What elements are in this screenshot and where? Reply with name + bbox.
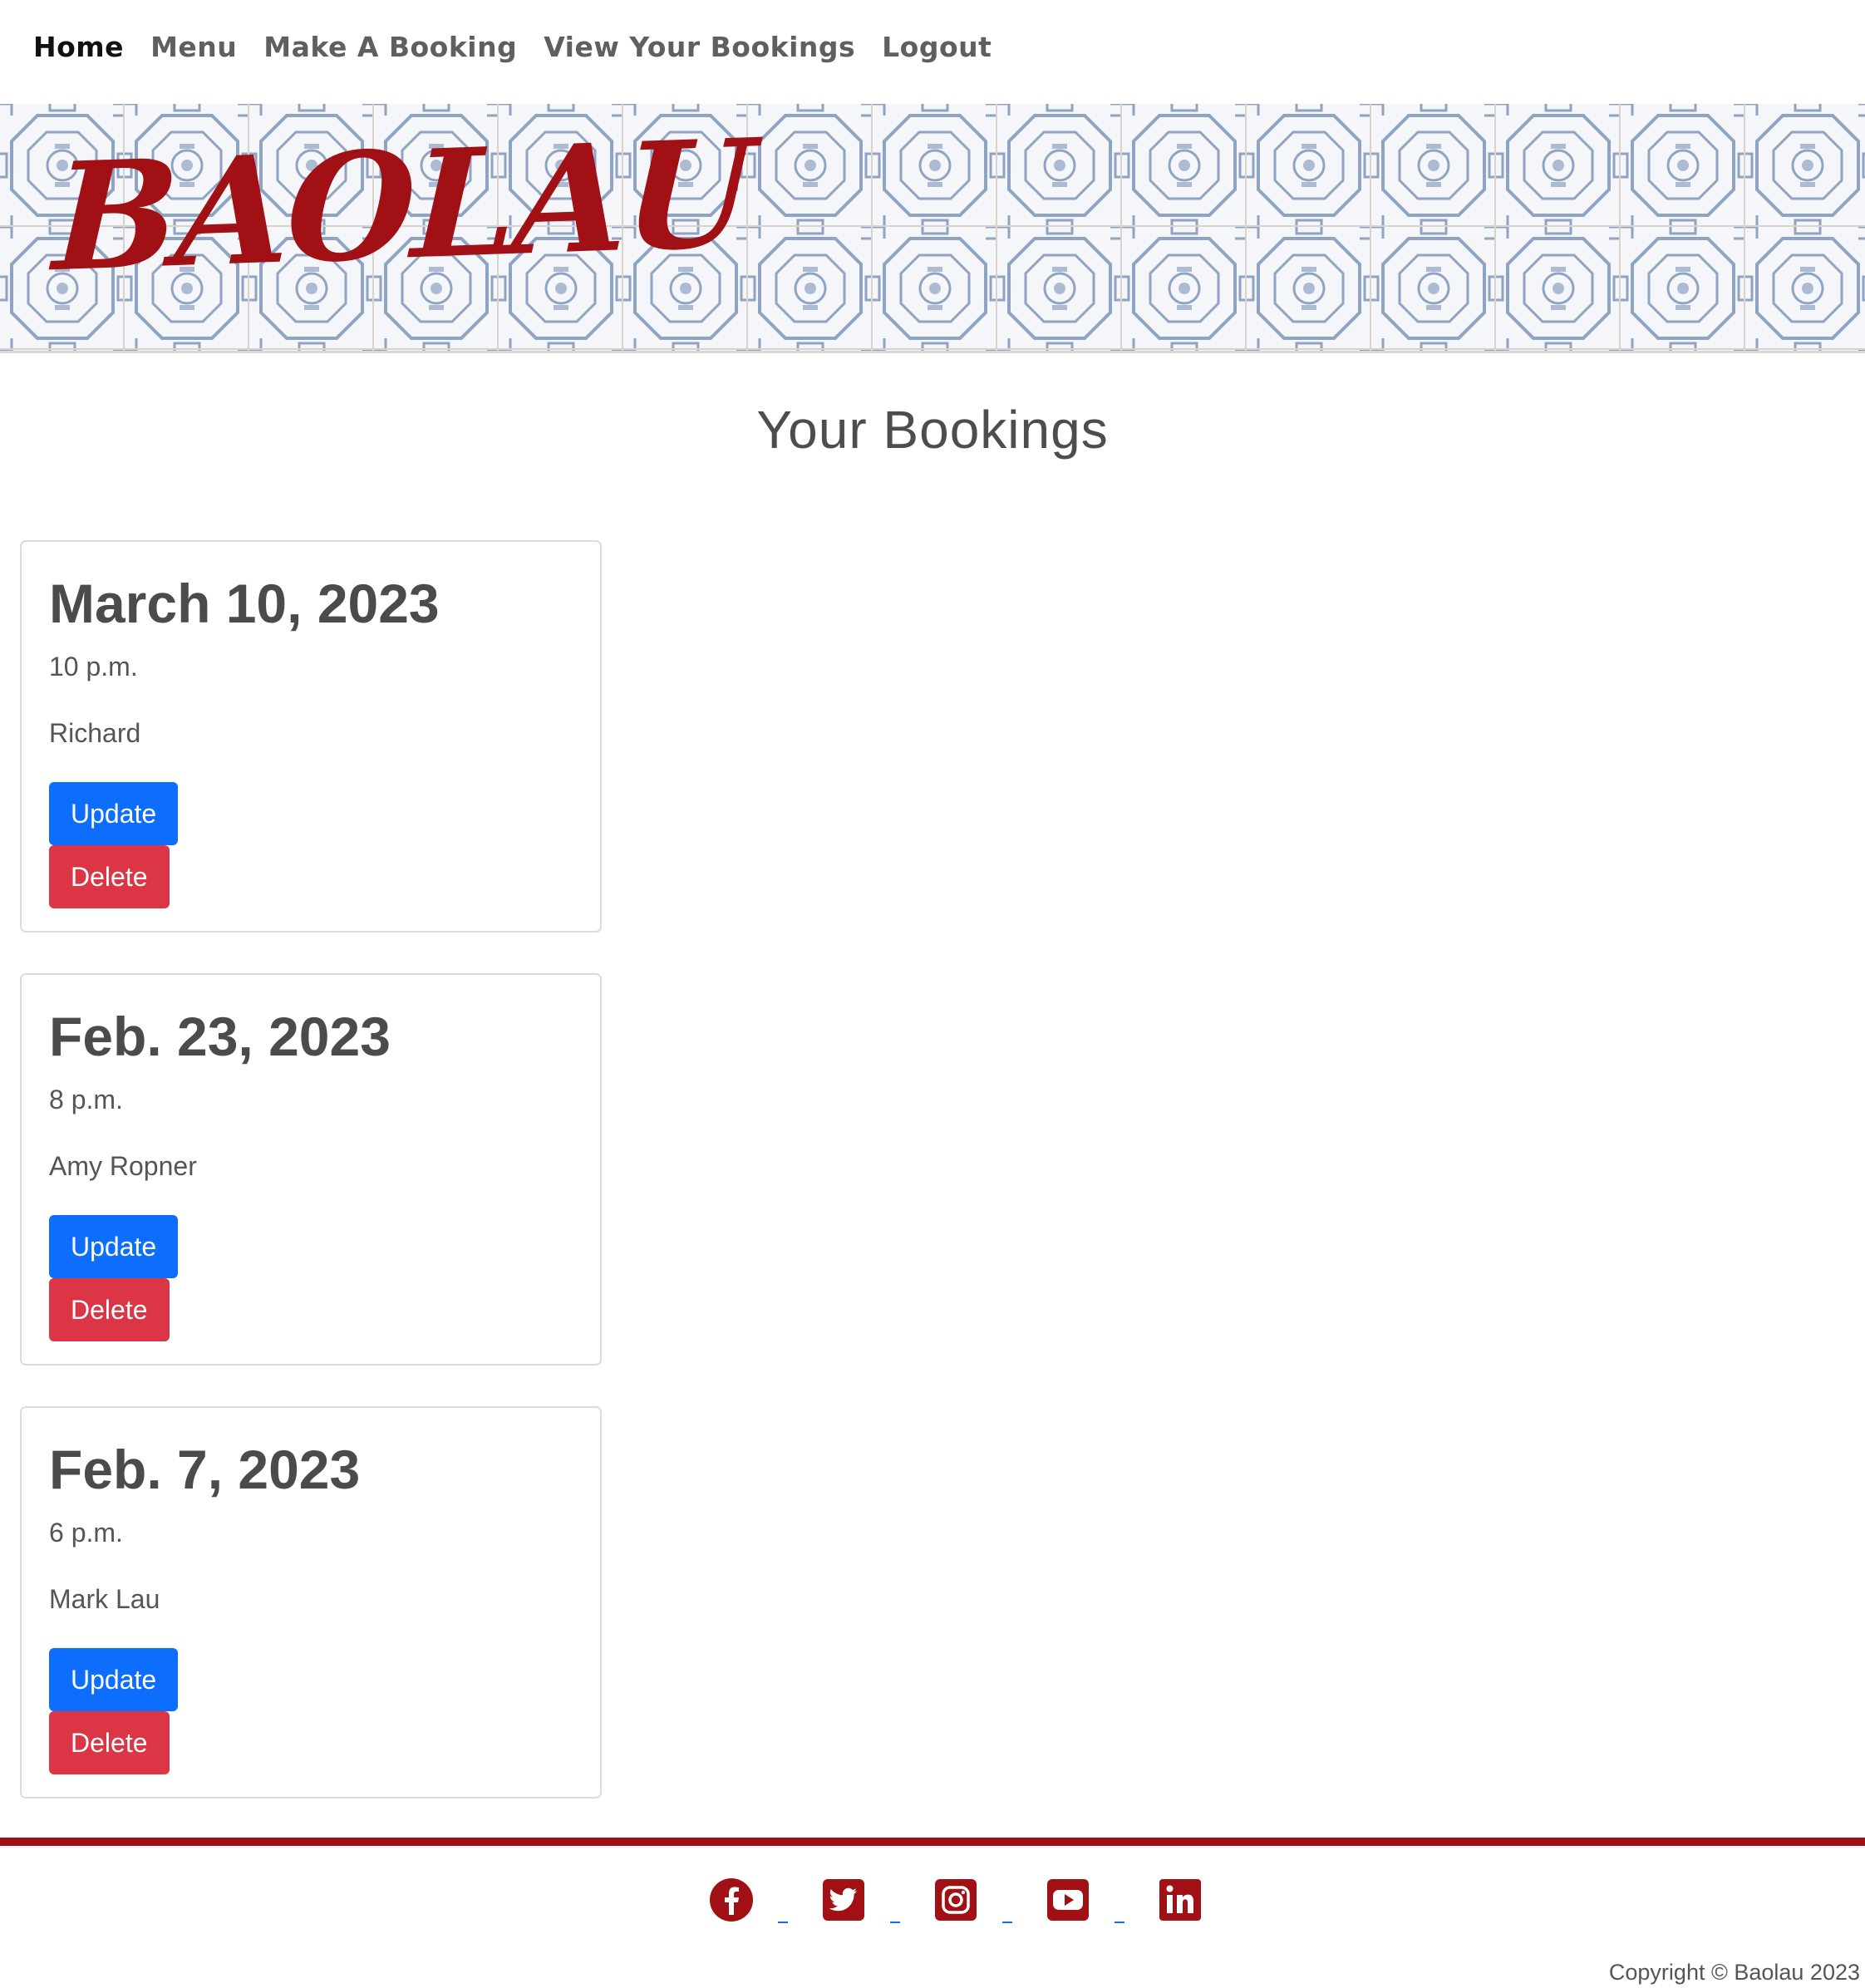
instagram-icon — [935, 1879, 977, 1921]
brand-logo: BAOLAU — [51, 106, 754, 305]
booking-date: Feb. 23, 2023 — [49, 1006, 391, 1067]
link-underline — [778, 1922, 788, 1923]
twitter-link[interactable] — [820, 1877, 932, 1923]
update-booking-button[interactable]: Update — [49, 782, 179, 845]
social-links — [708, 1877, 1203, 1923]
link-underline — [1002, 1922, 1012, 1923]
booking-time: 10 p.m. — [49, 652, 138, 682]
booking-time: 6 p.m. — [49, 1518, 123, 1548]
youtube-link[interactable] — [1045, 1877, 1157, 1923]
nav-menu-link[interactable]: Menu — [150, 31, 237, 63]
page-title: Your Bookings — [756, 400, 1109, 460]
booking-card: Feb. 7, 2023 6 p.m. Mark Lau Update Dele… — [20, 1406, 602, 1799]
delete-booking-button[interactable]: Delete — [49, 1711, 170, 1774]
booking-time: 8 p.m. — [49, 1085, 123, 1115]
booking-name: Mark Lau — [49, 1584, 160, 1614]
link-underline — [1115, 1922, 1124, 1923]
link-underline — [890, 1922, 900, 1923]
linkedin-link[interactable] — [1157, 1877, 1203, 1923]
booking-date: March 10, 2023 — [49, 573, 440, 634]
nav-logout-link[interactable]: Logout — [882, 31, 992, 63]
linkedin-icon — [1159, 1879, 1201, 1921]
booking-date: Feb. 7, 2023 — [49, 1439, 361, 1500]
booking-card: Feb. 23, 2023 8 p.m. Amy Ropner Update D… — [20, 973, 602, 1366]
nav-make-booking-link[interactable]: Make A Booking — [263, 31, 517, 63]
booking-name: Amy Ropner — [49, 1151, 197, 1181]
hero-banner: BAOLAU — [0, 104, 1865, 353]
main-nav: Home Menu Make A Booking View Your Booki… — [33, 23, 992, 70]
bookings-list: March 10, 2023 10 p.m. Richard Update De… — [20, 540, 602, 1839]
copyright-text: Copyright © Baolau 2023 — [1608, 1960, 1860, 1985]
twitter-icon — [823, 1879, 864, 1921]
instagram-link[interactable] — [932, 1877, 1045, 1923]
youtube-icon — [1047, 1879, 1089, 1921]
delete-booking-button[interactable]: Delete — [49, 845, 170, 908]
update-booking-button[interactable]: Update — [49, 1215, 179, 1278]
update-booking-button[interactable]: Update — [49, 1648, 179, 1711]
booking-card: March 10, 2023 10 p.m. Richard Update De… — [20, 540, 602, 932]
facebook-icon — [710, 1878, 753, 1922]
delete-booking-button[interactable]: Delete — [49, 1278, 170, 1341]
nav-view-bookings-link[interactable]: View Your Bookings — [544, 31, 855, 63]
facebook-link[interactable] — [708, 1877, 820, 1923]
footer-divider — [0, 1838, 1865, 1846]
booking-name: Richard — [49, 718, 141, 748]
nav-home-link[interactable]: Home — [33, 31, 124, 63]
